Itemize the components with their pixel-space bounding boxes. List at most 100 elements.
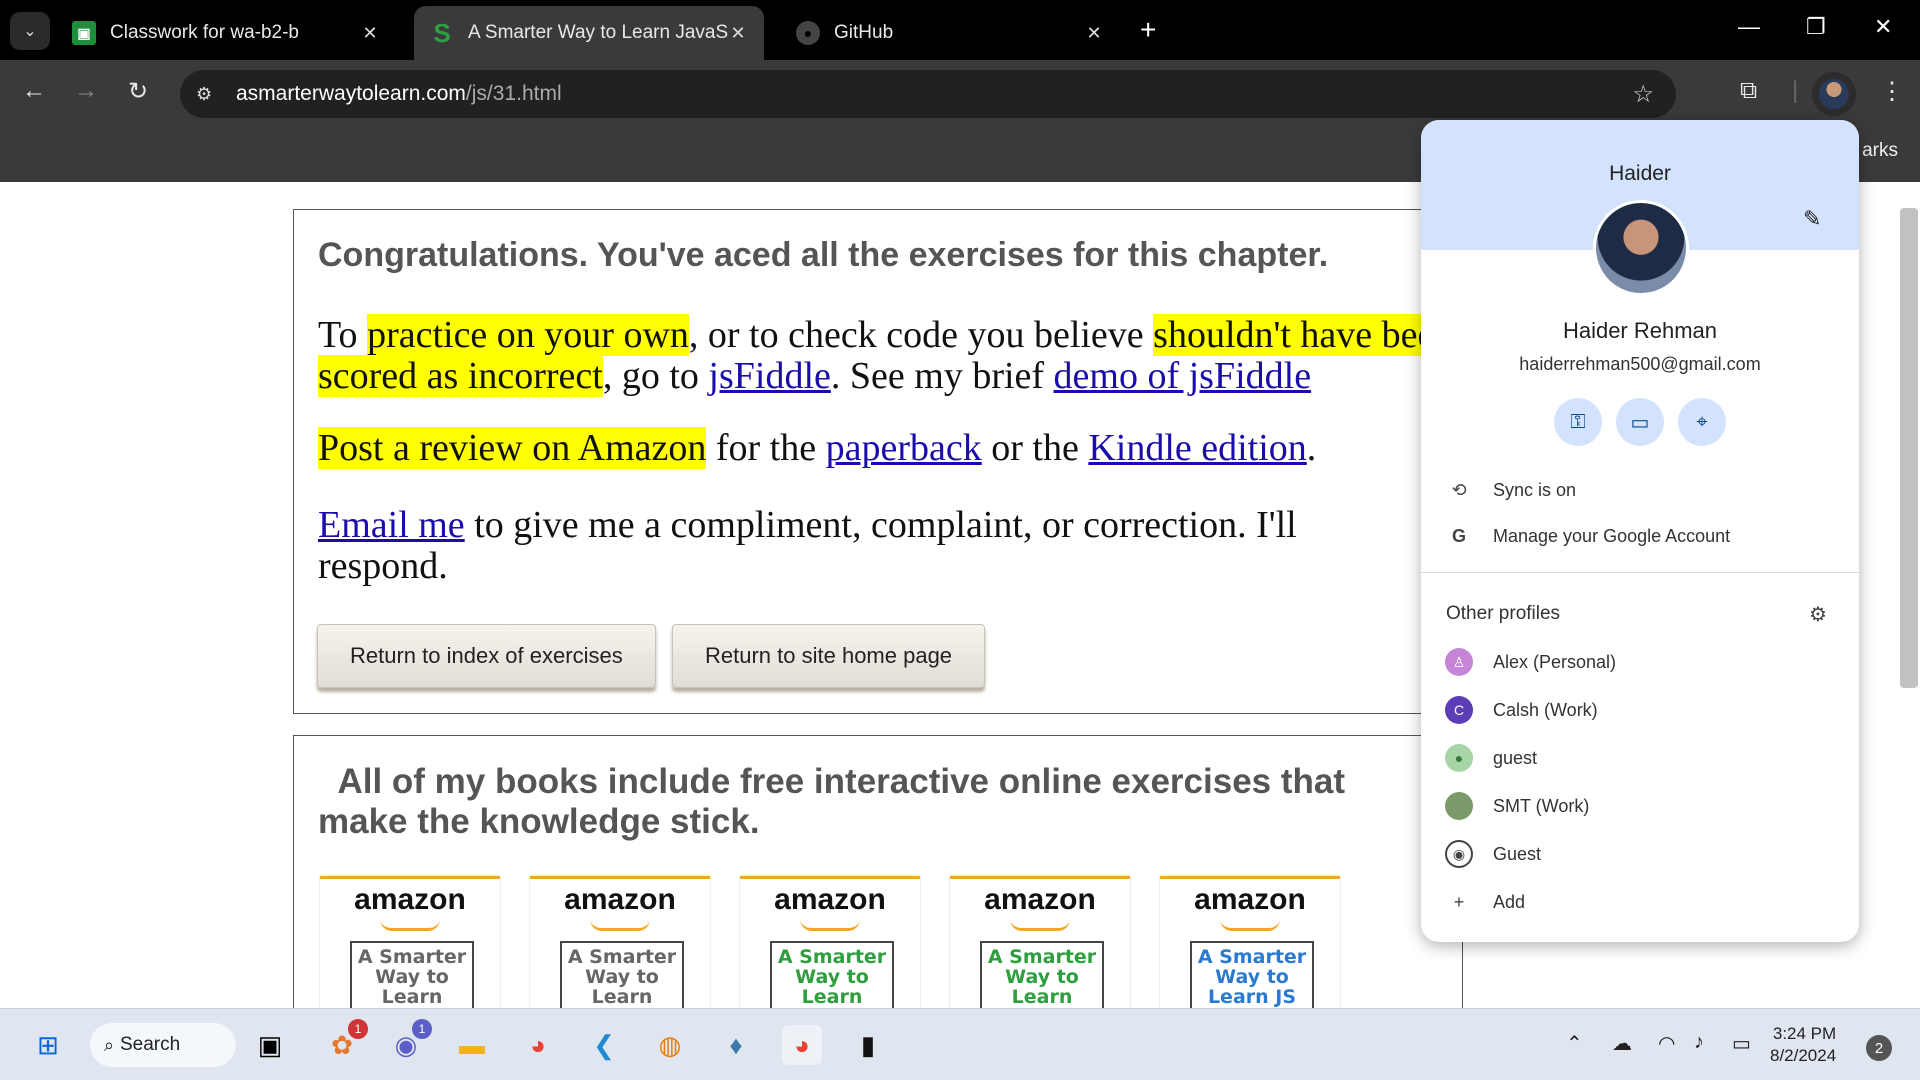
sync-row[interactable]: ⟲ Sync is on bbox=[1421, 470, 1859, 510]
edit-pencil-icon[interactable]: ✎ bbox=[1803, 206, 1821, 232]
wifi-icon[interactable]: ◠ bbox=[1658, 1031, 1675, 1056]
site-info-icon[interactable]: ⚙ bbox=[196, 84, 222, 105]
python-icon[interactable]: ♦ bbox=[716, 1025, 756, 1065]
address-bar[interactable]: ⚙ asmarterwaytolearn.com/js/31.html ☆ bbox=[180, 70, 1676, 118]
kindle-link[interactable]: Kindle edition bbox=[1088, 427, 1306, 469]
manage-account-row[interactable]: G Manage your Google Account bbox=[1421, 516, 1859, 556]
return-index-button[interactable]: Return to index of exercises bbox=[317, 624, 656, 688]
profile-item[interactable]: C Calsh (Work) bbox=[1421, 690, 1859, 730]
scrollbar-thumb[interactable] bbox=[1900, 208, 1918, 688]
profile-name: Alex (Personal) bbox=[1493, 651, 1617, 672]
email-me-link[interactable]: Email me bbox=[318, 504, 465, 546]
toolbar-divider: | bbox=[1792, 77, 1799, 104]
close-window-icon[interactable]: ✕ bbox=[1874, 14, 1892, 40]
url-host: asmarterwaytolearn.com bbox=[236, 82, 466, 105]
tab-search-button[interactable]: ⌄ bbox=[10, 12, 50, 50]
close-tab-icon[interactable]: ✕ bbox=[728, 23, 748, 44]
windows-start-icon[interactable]: ⊞ bbox=[28, 1025, 68, 1065]
jsfiddle-link[interactable]: jsFiddle bbox=[708, 355, 830, 397]
chevron-up-icon[interactable]: ⌃ bbox=[1566, 1031, 1583, 1056]
profile-name: Guest bbox=[1493, 843, 1542, 864]
text: . See my brief bbox=[830, 355, 1054, 397]
volume-icon[interactable]: ♪ bbox=[1694, 1031, 1704, 1054]
extensions-icon[interactable]: ⧉ bbox=[1740, 77, 1757, 105]
book-cover-title: A Smarter Way to Learn HTML & CSS bbox=[980, 941, 1104, 1008]
book-card[interactable]: amazon A Smarter Way to Learn JS bbox=[1160, 876, 1340, 1008]
avatar bbox=[1819, 79, 1849, 109]
profile-name: Calsh (Work) bbox=[1493, 699, 1598, 720]
book-cover-title: A Smarter Way to Learn HTML & CSS bbox=[770, 941, 894, 1008]
clock[interactable]: 3:24 PM 8/2/2024 bbox=[1770, 1023, 1836, 1067]
books-heading-text: All of my books include free interactive… bbox=[318, 762, 1346, 841]
gear-icon[interactable]: ⚙ bbox=[1809, 602, 1827, 627]
chrome-profile-icon[interactable]: ◕ bbox=[782, 1025, 822, 1065]
plus-icon: + bbox=[1453, 891, 1465, 912]
onedrive-cloud-icon[interactable]: ☁ bbox=[1612, 1031, 1632, 1056]
tab-title: GitHub bbox=[834, 22, 894, 43]
amazon-logo: amazon bbox=[1194, 883, 1306, 916]
profile-item[interactable]: ◉ Guest bbox=[1421, 834, 1859, 874]
add-profile-row[interactable]: + Add bbox=[1421, 882, 1859, 922]
search-label: Search bbox=[120, 1034, 181, 1055]
close-tab-icon[interactable]: ✕ bbox=[360, 23, 380, 44]
paperback-link[interactable]: paperback bbox=[826, 427, 982, 469]
book-card[interactable]: amazon A Smarter Way to Learn Python bbox=[320, 876, 500, 1008]
profile-menu: Haider ✎ Haider Rehman haiderrehman500@g… bbox=[1421, 120, 1859, 942]
notification-badge[interactable]: 2 bbox=[1866, 1035, 1892, 1061]
task-view-icon[interactable]: ▣ bbox=[250, 1025, 290, 1065]
menu-icon[interactable]: ⋮ bbox=[1880, 77, 1904, 106]
book-card[interactable]: amazon A Smarter Way to Learn HTML & CSS bbox=[740, 876, 920, 1008]
amazon-smile-icon bbox=[590, 919, 650, 931]
profile-item[interactable]: ♙ Alex (Personal) bbox=[1421, 642, 1859, 682]
reload-icon[interactable]: ↻ bbox=[128, 77, 148, 106]
github-icon: ● bbox=[796, 21, 820, 45]
profile-avatar-smt bbox=[1445, 792, 1473, 820]
all-bookmarks-label[interactable]: arks bbox=[1862, 140, 1898, 162]
amazon-logo: amazon bbox=[774, 883, 886, 916]
book-cover-title: A Smarter Way to Learn JS bbox=[1190, 941, 1314, 1008]
profile-item[interactable]: ● guest bbox=[1421, 738, 1859, 778]
profile-button[interactable] bbox=[1812, 72, 1856, 116]
s-icon: S bbox=[433, 17, 451, 48]
file-explorer-icon[interactable]: ▬ bbox=[452, 1025, 492, 1065]
taskbar-search[interactable]: ⌕ Search bbox=[90, 1023, 236, 1067]
book-cover-title: A Smarter Way to Learn Python bbox=[350, 941, 474, 1008]
url-path: /js/31.html bbox=[465, 82, 562, 105]
close-tab-icon[interactable]: ✕ bbox=[1084, 23, 1104, 44]
battery-icon[interactable]: ▭ bbox=[1732, 1031, 1751, 1056]
text: to give me a compliment, complaint, or c… bbox=[318, 504, 1297, 587]
widgets-icon[interactable]: ✿ 1 bbox=[322, 1019, 368, 1065]
bookmark-star-icon[interactable]: ☆ bbox=[1632, 80, 1654, 109]
vscode-icon[interactable]: ❮ bbox=[584, 1025, 624, 1065]
demo-jsfiddle-link[interactable]: demo of jsFiddle bbox=[1054, 355, 1312, 397]
return-home-button[interactable]: Return to site home page bbox=[672, 624, 986, 688]
teams-icon[interactable]: ◉ 1 bbox=[386, 1019, 432, 1065]
add-profile-label: Add bbox=[1493, 891, 1526, 912]
restore-icon[interactable]: ❐ bbox=[1806, 14, 1826, 40]
manage-account-label: Manage your Google Account bbox=[1493, 525, 1731, 546]
books-box: All of my books include free interactive… bbox=[293, 735, 1463, 1008]
minimize-icon[interactable]: — bbox=[1738, 14, 1760, 40]
profile-item[interactable]: SMT (Work) bbox=[1421, 786, 1859, 826]
new-tab-button[interactable]: + bbox=[1140, 14, 1156, 46]
chrome-icon[interactable]: ◕ bbox=[518, 1025, 558, 1065]
text: . bbox=[1306, 427, 1317, 469]
addresses-pin-icon[interactable]: ⌖ bbox=[1678, 398, 1726, 446]
passwords-key-icon[interactable]: ⚿ bbox=[1554, 398, 1602, 446]
tab-github[interactable]: ● GitHub ✕ bbox=[780, 6, 1120, 60]
book-card[interactable]: amazon A Smarter Way to Learn HTML & CSS bbox=[950, 876, 1130, 1008]
tab-classwork[interactable]: ▣ Classwork for wa-b2-b ✕ bbox=[56, 6, 396, 60]
profile-full-name: Haider Rehman bbox=[1562, 318, 1718, 343]
forward-icon[interactable]: → bbox=[74, 77, 98, 105]
profile-avatar-calsh: C bbox=[1445, 696, 1473, 724]
tab-smarter-way[interactable]: S A Smarter Way to Learn JavaScr ✕ bbox=[414, 6, 764, 60]
amazon-smile-icon bbox=[1010, 919, 1070, 931]
badge: 1 bbox=[348, 1019, 368, 1039]
book-card[interactable]: amazon A Smarter Way to Learn Python bbox=[530, 876, 710, 1008]
terminal-icon[interactable]: ▮ bbox=[848, 1025, 888, 1065]
back-icon[interactable]: ← bbox=[22, 77, 46, 105]
blender-icon[interactable]: ◍ bbox=[650, 1025, 690, 1065]
amazon-logo: amazon bbox=[564, 883, 676, 916]
payment-card-icon[interactable]: ▭ bbox=[1616, 398, 1664, 446]
amazon-smile-icon bbox=[380, 919, 440, 931]
